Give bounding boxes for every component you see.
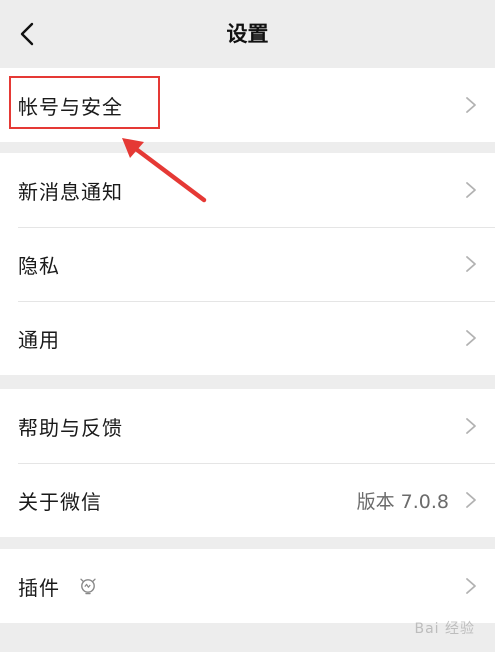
settings-item-general[interactable]: 通用	[0, 301, 495, 375]
chevron-right-icon	[466, 492, 476, 508]
settings-item-account-security[interactable]: 帐号与安全	[0, 68, 495, 142]
chevron-right-icon	[466, 418, 476, 434]
navigation-bar: 设置	[0, 0, 495, 68]
settings-group-help: 帮助与反馈 关于微信 版本 7.0.8	[0, 389, 495, 537]
settings-group-plugins: 插件	[0, 549, 495, 623]
chevron-right-icon	[466, 97, 476, 113]
settings-group-general: 新消息通知 隐私 通用	[0, 153, 495, 375]
settings-group-account: 帐号与安全	[0, 68, 495, 142]
settings-item-label: 帮助与反馈	[18, 415, 123, 440]
settings-item-plugins[interactable]: 插件	[0, 549, 495, 623]
page-title: 设置	[226, 22, 269, 46]
settings-item-label: 隐私	[18, 253, 60, 278]
settings-item-label: 关于微信	[18, 489, 102, 514]
chevron-right-icon	[466, 578, 476, 594]
settings-item-label: 帐号与安全	[18, 94, 123, 119]
settings-item-label: 通用	[18, 327, 60, 352]
version-value: 版本 7.0.8	[356, 490, 449, 513]
chevron-right-icon	[466, 256, 476, 272]
chevron-right-icon	[466, 330, 476, 346]
chevron-right-icon	[466, 182, 476, 198]
settings-item-new-message-notification[interactable]: 新消息通知	[0, 153, 495, 227]
settings-item-privacy[interactable]: 隐私	[0, 227, 495, 301]
plugin-bulb-icon	[80, 578, 96, 595]
watermark-text: Bai 经验	[414, 621, 475, 637]
settings-item-about-wechat[interactable]: 关于微信 版本 7.0.8	[0, 463, 495, 537]
settings-item-label: 插件	[18, 575, 60, 600]
settings-item-help-feedback[interactable]: 帮助与反馈	[0, 389, 495, 463]
settings-item-label: 新消息通知	[18, 179, 123, 204]
